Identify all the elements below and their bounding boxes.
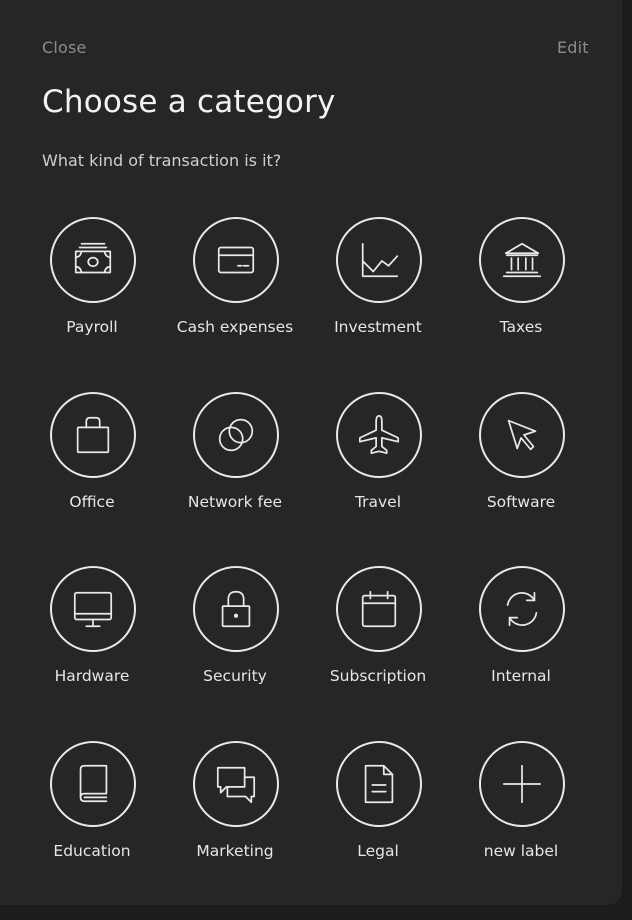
category-payroll[interactable]: Payroll: [22, 217, 162, 347]
credit-card-icon: [217, 246, 255, 274]
monitor-icon: [73, 591, 113, 628]
plus-icon: [502, 764, 542, 804]
airplane-icon: [358, 414, 400, 455]
category-label: Travel: [354, 493, 402, 511]
document-icon: [364, 764, 394, 804]
category-label: Hardware: [54, 667, 130, 685]
category-label: Legal: [357, 842, 399, 860]
shopping-bag-icon: [76, 416, 110, 454]
category-legal[interactable]: Legal: [308, 741, 448, 871]
category-label: Office: [69, 493, 115, 511]
category-label: Cash expenses: [176, 318, 294, 336]
category-subscription[interactable]: Subscription: [308, 566, 448, 696]
category-label: Education: [53, 842, 131, 860]
banknote-icon: [74, 242, 112, 274]
category-internal[interactable]: Internal: [451, 566, 591, 696]
edit-button[interactable]: Edit: [557, 38, 589, 57]
page-title: Choose a category: [42, 84, 336, 120]
close-button[interactable]: Close: [42, 38, 87, 57]
category-software[interactable]: Software: [451, 392, 591, 522]
category-label: Investment: [334, 318, 422, 336]
category-hardware[interactable]: Hardware: [22, 566, 162, 696]
line-chart-icon: [361, 242, 399, 278]
category-security[interactable]: Security: [165, 566, 305, 696]
category-label: Software: [486, 493, 556, 511]
cursor-arrow-icon: [507, 419, 537, 451]
category-label: Subscription: [329, 667, 427, 685]
calendar-icon: [361, 590, 397, 628]
bank-building-icon: [502, 242, 542, 278]
category-label: Payroll: [66, 318, 118, 336]
category-marketing[interactable]: Marketing: [165, 741, 305, 871]
category-new-label[interactable]: new label: [451, 741, 591, 871]
category-investment[interactable]: Investment: [308, 217, 448, 347]
page-subtitle: What kind of transaction is it?: [42, 151, 282, 170]
category-label: Taxes: [499, 318, 543, 336]
refresh-icon: [506, 591, 538, 627]
coins-icon: [218, 418, 254, 452]
padlock-icon: [221, 590, 251, 628]
category-network-fee[interactable]: Network fee: [165, 392, 305, 522]
category-cash-expenses[interactable]: Cash expenses: [165, 217, 305, 347]
category-picker-sheet: Close Edit Choose a category What kind o…: [0, 0, 622, 905]
chat-bubbles-icon: [216, 766, 256, 804]
category-office[interactable]: Office: [22, 392, 162, 522]
category-taxes[interactable]: Taxes: [451, 217, 591, 347]
category-travel[interactable]: Travel: [308, 392, 448, 522]
category-label: Security: [203, 667, 267, 685]
category-label: new label: [483, 842, 559, 860]
category-label: Network fee: [187, 493, 283, 511]
category-label: Internal: [491, 667, 551, 685]
category-label: Marketing: [196, 842, 274, 860]
category-education[interactable]: Education: [22, 741, 162, 871]
book-icon: [79, 764, 108, 803]
